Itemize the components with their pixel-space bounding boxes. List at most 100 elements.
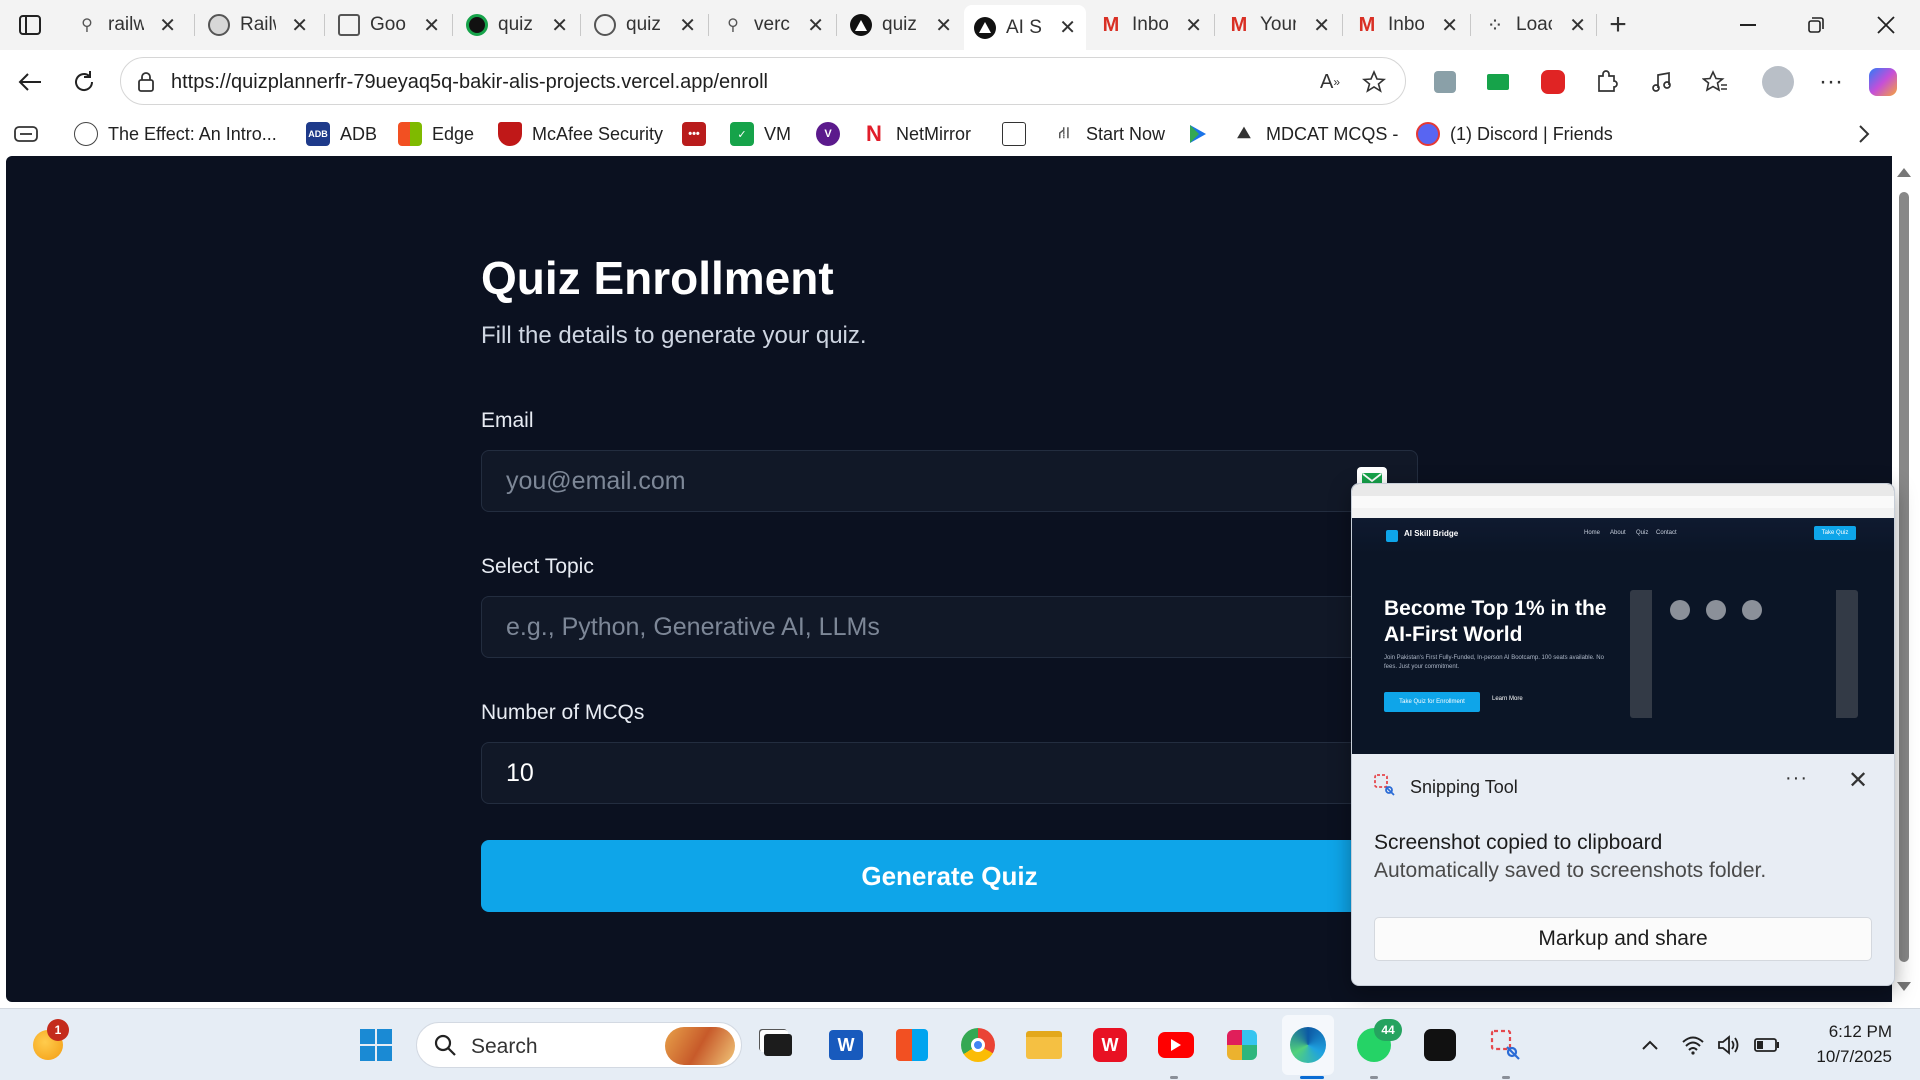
chevron-up-icon[interactable] <box>1630 1025 1670 1065</box>
gmail-icon: M <box>1102 13 1120 36</box>
media-icon[interactable] <box>1646 67 1676 97</box>
word-icon[interactable]: W <box>826 1025 866 1065</box>
address-bar[interactable]: https://quizplannerfr-79ueyaq5q-bakir-al… <box>120 57 1406 105</box>
close-icon[interactable]: ✕ <box>1059 15 1076 40</box>
favorite-label: ADB <box>340 123 378 144</box>
minimize-icon[interactable] <box>1718 4 1778 46</box>
railway-icon <box>208 14 230 36</box>
favorite-item[interactable] <box>1186 120 1220 148</box>
back-arrow-icon[interactable] <box>10 62 50 102</box>
browser-tab[interactable]: M Your ✕ <box>1218 5 1340 45</box>
browser-tab[interactable]: ⚲ verc ✕ <box>712 5 834 45</box>
preview-brand: AI Skill Bridge <box>1404 529 1459 538</box>
volume-icon[interactable] <box>1714 1025 1744 1065</box>
lock-icon[interactable] <box>133 69 159 95</box>
favorites-icon[interactable] <box>1700 67 1730 97</box>
close-icon[interactable]: ✕ <box>159 13 176 38</box>
battery-icon[interactable] <box>1752 1025 1782 1065</box>
clock-time[interactable]: 6:12 PM <box>1796 1022 1892 1042</box>
close-icon[interactable]: ✕ <box>291 13 308 38</box>
youtube-icon[interactable] <box>1156 1025 1196 1065</box>
more-options-icon[interactable]: ··· <box>1816 67 1846 97</box>
browser-tab[interactable]: quiz ✕ <box>840 5 962 45</box>
screenshot-preview[interactable]: AI Skill Bridge Home About Quiz Contact … <box>1352 484 1894 754</box>
snipping-tool-notification[interactable]: AI Skill Bridge Home About Quiz Contact … <box>1351 483 1895 986</box>
close-icon[interactable]: ✕ <box>807 13 824 38</box>
restore-icon[interactable] <box>1786 4 1846 46</box>
favorite-item[interactable] <box>1002 120 1036 148</box>
scroll-down-icon[interactable] <box>1897 982 1911 991</box>
favorite-item[interactable]: (1) Discord | Friends <box>1416 120 1613 148</box>
more-options-icon[interactable]: ··· <box>1785 767 1808 790</box>
close-icon[interactable]: ✕ <box>1441 13 1458 38</box>
browser-tab[interactable]: Goo ✕ <box>328 5 450 45</box>
close-icon[interactable]: ✕ <box>1313 13 1330 38</box>
star-icon[interactable] <box>1361 69 1387 95</box>
collections-icon[interactable] <box>1430 67 1460 97</box>
slack-icon[interactable] <box>1222 1025 1262 1065</box>
favorite-item[interactable]: V <box>816 120 850 148</box>
chrome-icon[interactable] <box>958 1025 998 1065</box>
markup-and-share-button[interactable]: Markup and share <box>1374 917 1872 961</box>
extensions-icon[interactable] <box>1592 67 1622 97</box>
favorite-item[interactable]: ✓ VM <box>730 120 791 148</box>
mail-extension-icon[interactable] <box>1483 67 1513 97</box>
close-icon[interactable]: ✕ <box>1569 13 1586 38</box>
weather-badge: 1 <box>47 1019 69 1041</box>
close-window-icon[interactable] <box>1856 4 1916 46</box>
generate-quiz-button[interactable]: Generate Quiz <box>481 840 1418 912</box>
url-text[interactable]: https://quizplannerfr-79ueyaq5q-bakir-al… <box>171 71 768 94</box>
favorite-item[interactable]: The Effect: An Intro... <box>74 120 277 148</box>
favorite-item[interactable]: ⛰ MDCAT MCQS - <box>1232 120 1398 148</box>
tab-actions-icon[interactable] <box>8 8 52 42</box>
topic-field[interactable]: e.g., Python, Generative AI, LLMs <box>481 596 1418 658</box>
email-field[interactable]: you@email.com <box>481 450 1418 512</box>
task-view-icon[interactable] <box>758 1025 798 1065</box>
preview-dot <box>1742 600 1762 620</box>
scroll-up-icon[interactable] <box>1897 168 1911 177</box>
browser-tab[interactable]: quiz ✕ <box>456 5 578 45</box>
mcq-count-label: Number of MCQs <box>481 701 645 724</box>
browser-tab[interactable]: ⁘ Loac ✕ <box>1474 5 1596 45</box>
file-explorer-icon[interactable] <box>1024 1025 1064 1065</box>
store-icon[interactable] <box>892 1025 932 1065</box>
browser-tab[interactable]: quiz ✕ <box>584 5 706 45</box>
read-aloud-icon[interactable]: A» <box>1317 69 1343 95</box>
favorite-item[interactable]: ••• <box>682 120 716 148</box>
favorites-menu-icon[interactable] <box>14 120 38 148</box>
favorite-item[interactable]: McAfee Security <box>498 120 663 148</box>
favorite-item[interactable]: ⛙ Start Now <box>1052 120 1165 148</box>
page-scrollbar[interactable] <box>1892 156 1914 1002</box>
netmirror-icon: N <box>866 121 882 146</box>
edge-icon[interactable] <box>1288 1025 1328 1065</box>
close-icon[interactable]: ✕ <box>679 13 696 38</box>
mcq-count-field[interactable]: 10 <box>481 742 1418 804</box>
favorite-item[interactable]: N NetMirror <box>862 120 971 148</box>
browser-tab[interactable]: Railw ✕ <box>198 5 318 45</box>
clock-date[interactable]: 10/7/2025 <box>1796 1047 1892 1067</box>
capcut-icon[interactable] <box>1420 1025 1460 1065</box>
browser-tab[interactable]: M Inbo ✕ <box>1090 5 1212 45</box>
close-icon[interactable]: ✕ <box>551 13 568 38</box>
browser-tab[interactable]: M Inbo ✕ <box>1346 5 1468 45</box>
browser-tab-active[interactable]: AI Sl ✕ <box>964 5 1086 50</box>
favorite-item[interactable]: Edge <box>398 120 474 148</box>
start-icon[interactable] <box>356 1025 396 1065</box>
close-icon[interactable]: ✕ <box>1185 13 1202 38</box>
close-icon[interactable]: ✕ <box>423 13 440 38</box>
scrollbar-thumb[interactable] <box>1899 192 1909 962</box>
wps-icon[interactable]: W <box>1090 1025 1130 1065</box>
profile-avatar[interactable] <box>1760 64 1796 100</box>
chevron-right-icon[interactable] <box>1858 120 1870 148</box>
close-icon[interactable]: ✕ <box>935 13 952 38</box>
refresh-icon[interactable] <box>64 62 104 102</box>
new-tab-button[interactable]: + <box>1598 6 1638 44</box>
favorite-item[interactable]: ADB ADB <box>306 120 377 148</box>
browser-tab[interactable]: ⚲ railw ✕ <box>66 5 186 45</box>
snipping-tool-icon[interactable] <box>1486 1025 1526 1065</box>
adblock-icon[interactable] <box>1538 67 1568 97</box>
taskbar-search[interactable]: Search <box>416 1022 742 1068</box>
close-icon[interactable]: ✕ <box>1848 766 1868 795</box>
copilot-icon[interactable] <box>1868 67 1898 97</box>
wifi-icon[interactable] <box>1678 1025 1708 1065</box>
